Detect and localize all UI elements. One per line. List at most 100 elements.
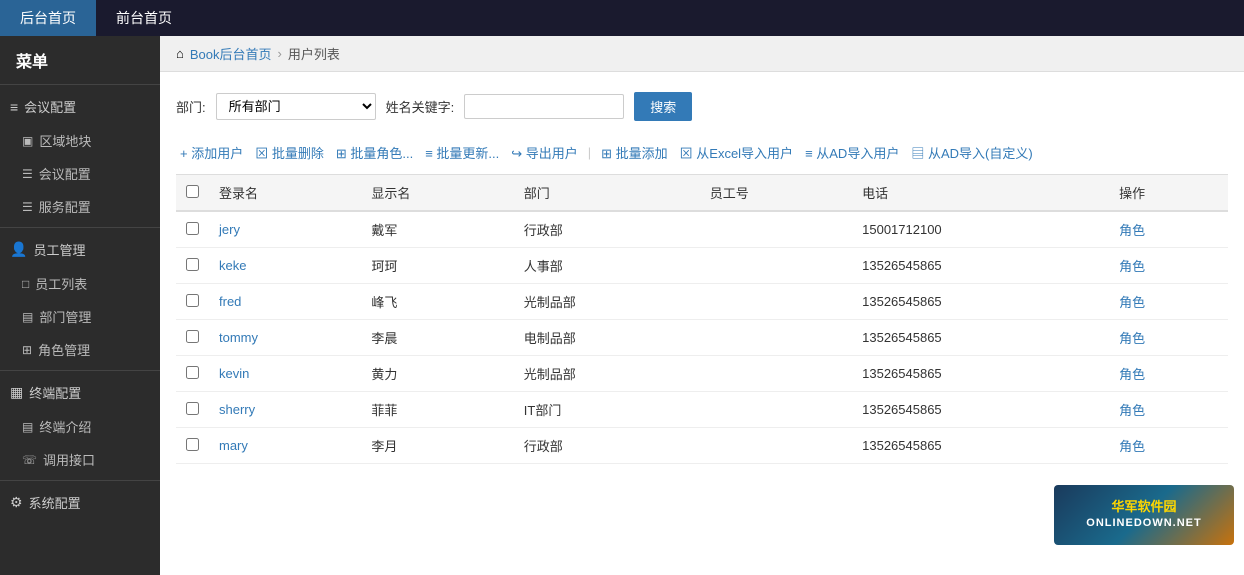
export-user-button[interactable]: ↪ 导出用户 — [507, 141, 582, 164]
row-login: fred — [209, 284, 361, 320]
sidebar-group-staff[interactable]: 👤 员工管理 — [0, 232, 160, 267]
action-role[interactable]: 角色 — [1119, 295, 1145, 310]
sidebar-title: 菜单 — [0, 36, 160, 80]
row-action[interactable]: 角色 — [1109, 392, 1228, 428]
sidebar-item-role-manage[interactable]: ⊞ 角色管理 — [0, 333, 160, 366]
breadcrumb: ⌂ Book后台首页 › 用户列表 — [160, 36, 1244, 72]
batch-add-button[interactable]: ⊞ 批量添加 — [597, 141, 672, 164]
user-table: 登录名 显示名 部门 员工号 电话 操作 jery 戴军 行政部 1500171… — [176, 174, 1228, 464]
table-row: sherry 菲菲 IT部门 13526545865 角色 — [176, 392, 1228, 428]
nav-item-backend[interactable]: 后台首页 — [0, 0, 96, 36]
sidebar-item-dept-manage[interactable]: ▤ 部门管理 — [0, 300, 160, 333]
sidebar-group-meeting[interactable]: ≡ 会议配置 — [0, 89, 160, 124]
row-checkbox[interactable] — [176, 320, 209, 356]
row-checkbox[interactable] — [176, 428, 209, 464]
row-action[interactable]: 角色 — [1109, 320, 1228, 356]
select-all-checkbox[interactable] — [186, 185, 199, 198]
row-action[interactable]: 角色 — [1109, 428, 1228, 464]
table-row: keke 珂珂 人事部 13526545865 角色 — [176, 248, 1228, 284]
sidebar-item-terminal-intro[interactable]: ▤ 终端介绍 — [0, 410, 160, 443]
row-select-checkbox[interactable] — [186, 258, 199, 271]
import-ad-button[interactable]: ≡ 从AD导入用户 — [801, 141, 903, 164]
row-select-checkbox[interactable] — [186, 294, 199, 307]
table-header-row: 登录名 显示名 部门 员工号 电话 操作 — [176, 175, 1228, 212]
search-button[interactable]: 搜索 — [634, 92, 692, 121]
action-role[interactable]: 角色 — [1119, 259, 1145, 274]
action-role[interactable]: 角色 — [1119, 223, 1145, 238]
row-action[interactable]: 角色 — [1109, 356, 1228, 392]
login-link[interactable]: kevin — [219, 366, 249, 381]
role-icon: ⊞ — [22, 343, 32, 357]
row-display: 黄力 — [361, 356, 513, 392]
watermark: 华军软件园 ONLINEDOWN.NET — [1054, 485, 1234, 545]
sidebar-item-meeting-config[interactable]: ☰ 会议配置 — [0, 157, 160, 190]
row-dept: 行政部 — [514, 428, 700, 464]
row-action[interactable]: 角色 — [1109, 211, 1228, 248]
sidebar-item-api[interactable]: ☏ 调用接口 — [0, 443, 160, 476]
row-phone: 13526545865 — [852, 320, 1109, 356]
keyword-label: 姓名关键字: — [386, 97, 455, 116]
row-select-checkbox[interactable] — [186, 366, 199, 379]
home-icon: ⌂ — [176, 46, 184, 61]
row-login: tommy — [209, 320, 361, 356]
login-link[interactable]: sherry — [219, 402, 255, 417]
batch-delete-button[interactable]: ⊠ 批量删除 — [251, 141, 328, 164]
nav-item-frontend[interactable]: 前台首页 — [96, 0, 192, 36]
add-user-button[interactable]: + 添加用户 — [176, 141, 247, 164]
row-checkbox[interactable] — [176, 211, 209, 248]
sidebar-item-staff-list[interactable]: □ 员工列表 — [0, 267, 160, 300]
row-checkbox[interactable] — [176, 248, 209, 284]
action-role[interactable]: 角色 — [1119, 331, 1145, 346]
breadcrumb-home-link[interactable]: Book后台首页 — [190, 44, 272, 63]
row-select-checkbox[interactable] — [186, 222, 199, 235]
batch-role-button[interactable]: ⊞ 批量角色... — [332, 141, 417, 164]
row-display: 戴军 — [361, 211, 513, 248]
row-select-checkbox[interactable] — [186, 402, 199, 415]
sidebar-group-system[interactable]: ⚙ 系统配置 — [0, 485, 160, 520]
row-empno — [700, 320, 852, 356]
sidebar-item-service-config[interactable]: ☰ 服务配置 — [0, 190, 160, 223]
row-phone: 13526545865 — [852, 248, 1109, 284]
sidebar: 菜单 ≡ 会议配置 ▣ 区域地块 ☰ 会议配置 ☰ 服务配置 👤 员工管理 □ … — [0, 36, 160, 575]
row-display: 李晨 — [361, 320, 513, 356]
login-link[interactable]: keke — [219, 258, 246, 273]
top-nav: 后台首页 前台首页 — [0, 0, 1244, 36]
dept-select[interactable]: 所有部门 行政部 人事部 光制品部 电制品部 IT部门 — [216, 93, 376, 120]
batch-update-button[interactable]: ≡ 批量更新... — [421, 141, 503, 164]
dept-icon: ▤ — [22, 310, 33, 324]
import-excel-button[interactable]: ⊠ 从Excel导入用户 — [676, 141, 797, 164]
login-link[interactable]: jery — [219, 222, 240, 237]
table-row: fred 峰飞 光制品部 13526545865 角色 — [176, 284, 1228, 320]
toolbar-separator: | — [586, 145, 593, 160]
meeting-config-icon: ☰ — [22, 167, 33, 181]
table-row: kevin 黄力 光制品部 13526545865 角色 — [176, 356, 1228, 392]
row-phone: 13526545865 — [852, 356, 1109, 392]
row-phone: 13526545865 — [852, 284, 1109, 320]
row-display: 李月 — [361, 428, 513, 464]
row-select-checkbox[interactable] — [186, 330, 199, 343]
row-action[interactable]: 角色 — [1109, 284, 1228, 320]
row-action[interactable]: 角色 — [1109, 248, 1228, 284]
row-login: mary — [209, 428, 361, 464]
row-checkbox[interactable] — [176, 392, 209, 428]
row-select-checkbox[interactable] — [186, 438, 199, 451]
row-dept: 光制品部 — [514, 356, 700, 392]
row-dept: 行政部 — [514, 211, 700, 248]
row-display: 峰飞 — [361, 284, 513, 320]
toolbar: + 添加用户 ⊠ 批量删除 ⊞ 批量角色... ≡ 批量更新... ↪ 导出用户… — [176, 141, 1228, 164]
staff-icon: 👤 — [10, 241, 27, 258]
row-checkbox[interactable] — [176, 284, 209, 320]
login-link[interactable]: mary — [219, 438, 248, 453]
import-ad-custom-button[interactable]: ▤ 从AD导入(自定义) — [907, 141, 1036, 164]
row-display: 菲菲 — [361, 392, 513, 428]
action-role[interactable]: 角色 — [1119, 367, 1145, 382]
action-role[interactable]: 角色 — [1119, 439, 1145, 454]
search-input[interactable] — [464, 94, 624, 119]
sidebar-group-terminal[interactable]: ▦ 终端配置 — [0, 375, 160, 410]
table-row: mary 李月 行政部 13526545865 角色 — [176, 428, 1228, 464]
sidebar-item-area[interactable]: ▣ 区域地块 — [0, 124, 160, 157]
row-checkbox[interactable] — [176, 356, 209, 392]
action-role[interactable]: 角色 — [1119, 403, 1145, 418]
login-link[interactable]: fred — [219, 294, 241, 309]
login-link[interactable]: tommy — [219, 330, 258, 345]
